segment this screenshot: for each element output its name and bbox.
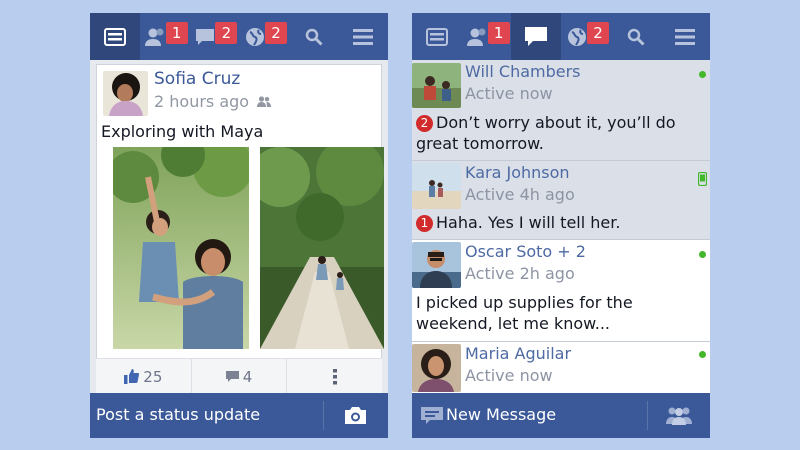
conversation-status: Active 2h ago bbox=[465, 264, 575, 283]
conversation-name: Will Chambers bbox=[465, 62, 581, 81]
post-card: Sofia Cruz 2 hours ago Exploring with Ma… bbox=[96, 64, 384, 394]
status-bottom-bar: Post a status update bbox=[90, 393, 388, 438]
messages-icon bbox=[196, 28, 215, 45]
message-preview: I picked up supplies for the weekend, le… bbox=[416, 292, 704, 334]
post-text: Exploring with Maya bbox=[101, 122, 264, 141]
notifications-badge: 2 bbox=[265, 22, 288, 44]
tab-notifications[interactable]: 2 bbox=[239, 13, 289, 60]
news-feed-screen: 1 2 2 Sofia Cruz 2 hours ago Exploring w… bbox=[90, 13, 388, 438]
tab-menu[interactable] bbox=[338, 13, 388, 60]
menu-icon bbox=[353, 28, 374, 45]
tab-notifications[interactable]: 2 bbox=[561, 13, 611, 60]
conversation-avatar bbox=[412, 163, 461, 209]
conversation-item[interactable]: Oscar Soto + 2 Active 2h ago I picked up… bbox=[412, 240, 710, 342]
friend-requests-badge: 1 bbox=[487, 22, 510, 44]
tab-search[interactable] bbox=[289, 13, 339, 60]
tab-friend-requests[interactable]: 1 bbox=[462, 13, 512, 60]
comment-icon bbox=[225, 370, 239, 382]
tab-news-feed[interactable] bbox=[412, 13, 462, 60]
news-feed-icon bbox=[425, 27, 448, 46]
friends-icon bbox=[257, 96, 272, 107]
top-nav-bar: 1 2 2 bbox=[90, 13, 388, 60]
message-preview-text: Don’t worry about it, you’ll do great to… bbox=[416, 113, 676, 153]
conversation-name: Kara Johnson bbox=[465, 163, 570, 182]
post-more-button[interactable] bbox=[287, 359, 382, 394]
tab-messages[interactable] bbox=[511, 13, 562, 60]
friend-requests-badge: 1 bbox=[165, 22, 188, 44]
post-timestamp: 2 hours ago bbox=[154, 92, 272, 111]
messages-screen: 1 2 Will Chambers Active now 2 Don’t worr… bbox=[412, 13, 710, 438]
conversation-item[interactable]: Will Chambers Active now 2 Don’t worry ab… bbox=[412, 60, 710, 161]
tab-search[interactable] bbox=[611, 13, 661, 60]
message-preview-text: I picked up supplies for the weekend, le… bbox=[416, 293, 633, 333]
online-indicator bbox=[699, 251, 706, 258]
post-photo-2[interactable] bbox=[260, 147, 384, 349]
comment-button[interactable]: 4 bbox=[192, 359, 288, 394]
unread-count-badge: 2 bbox=[416, 115, 433, 132]
conversation-status: Active now bbox=[465, 366, 553, 385]
message-preview: 1 Haha. Yes I will tell her. bbox=[416, 212, 704, 233]
post-actions-bar: 25 4 bbox=[96, 358, 382, 394]
friend-requests-icon bbox=[466, 28, 485, 46]
author-avatar[interactable] bbox=[103, 71, 148, 116]
like-icon bbox=[124, 369, 140, 384]
bottom-bar-divider bbox=[647, 401, 648, 430]
bottom-bar-divider bbox=[323, 401, 324, 430]
tab-news-feed[interactable] bbox=[90, 13, 140, 60]
post-status-update-button[interactable]: Post a status update bbox=[96, 405, 260, 424]
like-count: 25 bbox=[143, 367, 163, 386]
search-icon bbox=[627, 28, 645, 46]
conversation-item[interactable]: Maria Aguilar Active now bbox=[412, 342, 710, 394]
mobile-presence-icon bbox=[698, 172, 707, 186]
more-vertical-icon bbox=[332, 368, 337, 384]
tab-messages[interactable]: 2 bbox=[189, 13, 239, 60]
online-indicator bbox=[699, 351, 706, 358]
message-preview-text: Haha. Yes I will tell her. bbox=[436, 213, 621, 232]
conversation-avatar bbox=[412, 242, 461, 288]
messages-badge: 2 bbox=[215, 22, 238, 44]
notifications-globe-icon bbox=[567, 27, 586, 46]
conversation-name: Oscar Soto + 2 bbox=[465, 242, 586, 261]
search-icon bbox=[305, 28, 323, 46]
message-preview: 2 Don’t worry about it, you’ll do great t… bbox=[416, 112, 704, 154]
conversation-avatar bbox=[412, 63, 461, 108]
notifications-globe-icon bbox=[245, 27, 264, 46]
notifications-badge: 2 bbox=[587, 22, 610, 44]
conversation-status: Active now bbox=[465, 84, 553, 103]
camera-icon[interactable] bbox=[344, 406, 367, 425]
menu-icon bbox=[675, 28, 696, 45]
new-message-button[interactable]: New Message bbox=[446, 405, 556, 424]
conversation-avatar bbox=[412, 344, 461, 392]
post-author-name[interactable]: Sofia Cruz bbox=[154, 69, 240, 89]
online-indicator bbox=[699, 71, 706, 78]
messages-icon bbox=[525, 26, 548, 46]
comment-count: 4 bbox=[242, 367, 253, 386]
conversation-name: Maria Aguilar bbox=[465, 344, 572, 363]
friend-requests-icon bbox=[144, 28, 163, 46]
conversation-status: Active 4h ago bbox=[465, 185, 575, 204]
messages-bottom-bar: New Message bbox=[412, 393, 710, 438]
group-icon[interactable] bbox=[666, 406, 692, 425]
unread-count-badge: 1 bbox=[416, 215, 433, 232]
new-message-icon bbox=[421, 407, 443, 424]
news-feed-icon bbox=[103, 27, 126, 46]
tab-menu[interactable] bbox=[660, 13, 710, 60]
post-photo-1[interactable] bbox=[113, 147, 249, 349]
conversation-item[interactable]: Kara Johnson Active 4h ago 1 Haha. Yes I … bbox=[412, 161, 710, 240]
like-button[interactable]: 25 bbox=[96, 359, 192, 394]
tab-friend-requests[interactable]: 1 bbox=[140, 13, 190, 60]
post-time: 2 hours ago bbox=[154, 92, 250, 111]
top-nav-bar: 1 2 bbox=[412, 13, 710, 60]
